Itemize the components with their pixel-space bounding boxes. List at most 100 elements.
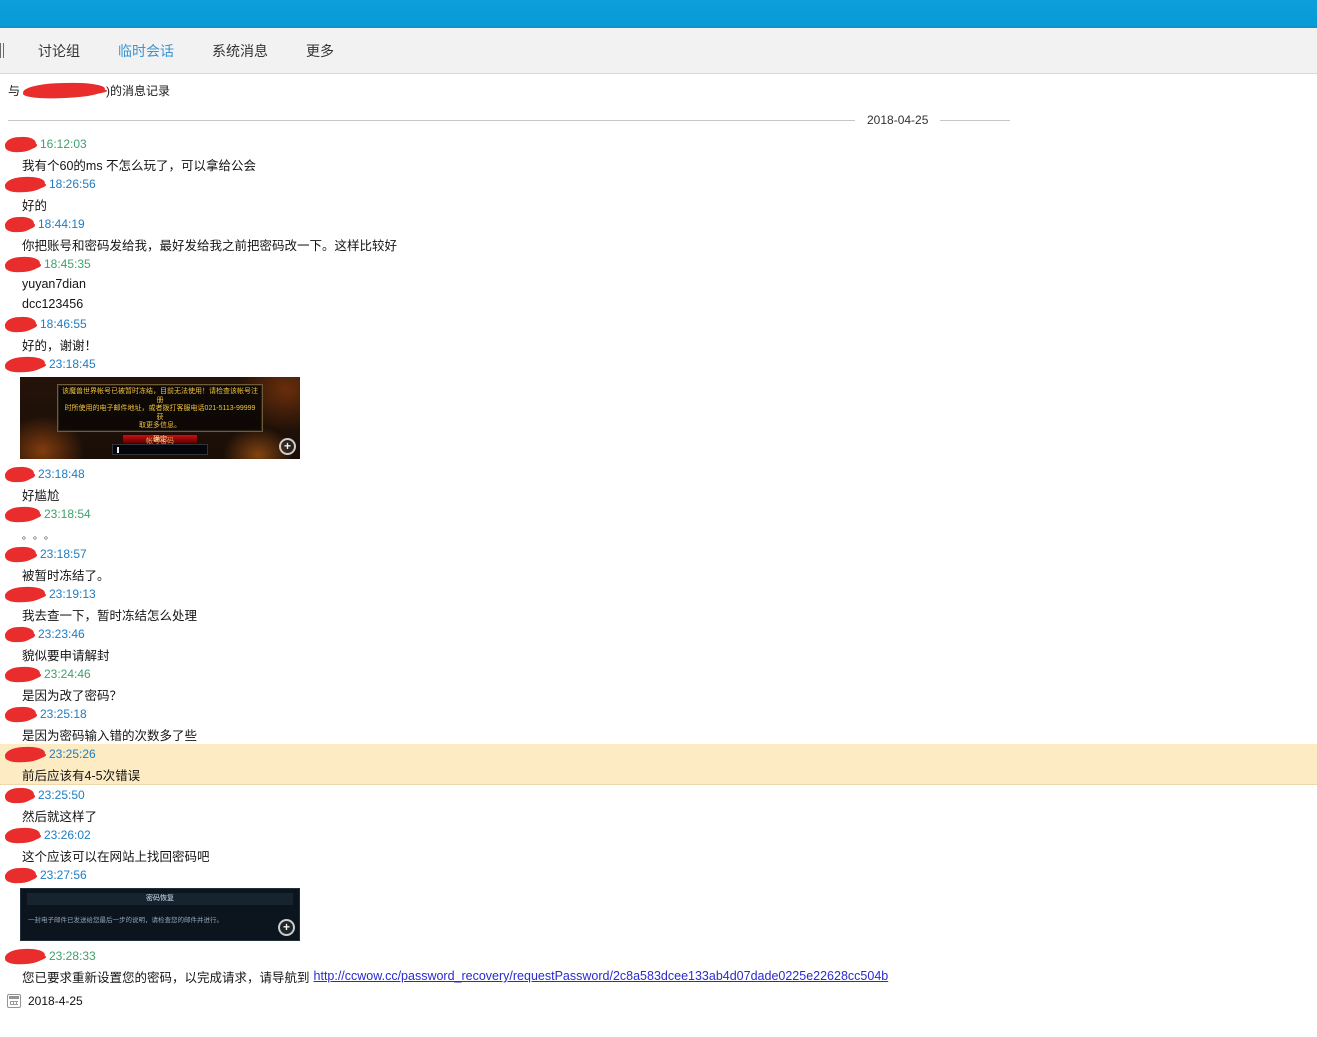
message-timestamp-row: 23:25:26 — [0, 744, 1317, 764]
redaction-scribble — [5, 355, 46, 372]
redaction-scribble — [5, 745, 46, 762]
message-text: 。。。 — [0, 524, 1317, 544]
message-timestamp-row: 23:25:50 — [0, 785, 1317, 805]
message-timestamp-row: 23:24:46 — [0, 664, 1317, 684]
message-text: 我去查一下，暂时冻结怎么处理 — [0, 604, 1317, 624]
message-timestamp: 18:26:56 — [49, 177, 96, 191]
footer-date-row: 2018-4-25 — [7, 994, 1317, 1008]
message-timestamp: 23:28:33 — [49, 949, 96, 963]
message-timestamp: 23:24:46 — [44, 667, 91, 681]
message-timestamp-row: 23:23:46 — [0, 624, 1317, 644]
message-timestamp-row: 23:27:56 — [0, 865, 1317, 885]
message-text: 你把账号和密码发给我，最好发给我之前把密码改一下。这样比较好 — [0, 234, 1317, 254]
redaction-scribble — [5, 947, 46, 964]
message-timestamp: 23:23:46 — [38, 627, 85, 641]
window-titlebar — [0, 0, 1317, 28]
redaction-scribble — [5, 585, 46, 602]
image-message-row: 密码恢复一封电子邮件已发送给您最后一步的说明，请检查您的邮件并进行。+ — [0, 885, 1317, 946]
wow-password-input — [112, 444, 208, 455]
tab-bar: 讨论组临时会话系统消息更多 — [0, 28, 1317, 74]
message-timestamp: 23:18:45 — [49, 357, 96, 371]
message-timestamp: 23:18:54 — [44, 507, 91, 521]
message-text: yuyan7dian — [0, 274, 1317, 294]
message-text: 是因为密码输入错的次数多了些 — [0, 724, 1317, 744]
message-timestamp: 18:44:19 — [38, 217, 85, 231]
redaction-scribble — [5, 506, 41, 523]
redaction-scribble — [5, 316, 37, 333]
footer-date-label: 2018-4-25 — [28, 994, 83, 1008]
tab-3[interactable]: 系统消息 — [199, 35, 281, 67]
redaction-scribble — [5, 787, 35, 803]
zoom-in-icon[interactable]: + — [279, 438, 296, 455]
message-timestamp-row: 18:45:35 — [0, 254, 1317, 274]
calendar-icon[interactable] — [7, 994, 21, 1008]
message-timestamp: 23:19:13 — [49, 587, 96, 601]
redaction-scribble — [5, 827, 41, 844]
message-link[interactable]: http://ccwow.cc/password_recovery/reques… — [314, 969, 889, 983]
image-message-row: 该魔兽世界帐号已被暂时冻结，目前无法使用！请检查该帐号注册时所使用的电子邮件地址… — [0, 374, 1317, 464]
zoom-in-icon[interactable]: + — [278, 919, 295, 936]
redaction-scribble — [23, 81, 105, 99]
message-timestamp-row: 18:26:56 — [0, 174, 1317, 194]
message-timestamp: 23:25:26 — [49, 747, 96, 761]
message-timestamp: 23:25:18 — [40, 707, 87, 721]
message-timestamp-row: 18:46:55 — [0, 314, 1317, 334]
message-timestamp-row: 23:26:02 — [0, 825, 1317, 845]
message-timestamp: 23:18:57 — [40, 547, 87, 561]
message-timestamp-row: 16:12:03 — [0, 134, 1317, 154]
message-text: 您已要求重新设置您的密码，以完成请求，请导航到 — [22, 967, 310, 986]
recovery-page-text: 一封电子邮件已发送给您最后一步的说明，请检查您的邮件并进行。 — [28, 914, 299, 924]
message-text: 前后应该有4-5次错误 — [0, 764, 1317, 784]
text-caret — [117, 447, 119, 453]
redaction-scribble — [5, 706, 37, 723]
redaction-scribble — [5, 466, 35, 482]
recovery-page-title: 密码恢复 — [27, 893, 293, 905]
message-text: 貌似要申请解封 — [0, 644, 1317, 664]
message-text: 这个应该可以在网站上找回密码吧 — [0, 845, 1317, 865]
tab-2[interactable]: 临时会话 — [105, 35, 187, 67]
message-text: dcc123456 — [0, 294, 1317, 314]
redaction-scribble — [5, 626, 35, 642]
message-timestamp: 16:12:03 — [40, 137, 87, 151]
message-text: 好尴尬 — [0, 484, 1317, 504]
message-timestamp-row: 23:18:45 — [0, 354, 1317, 374]
redaction-scribble — [5, 546, 37, 563]
message-timestamp: 23:25:50 — [38, 788, 85, 802]
message-timestamp-row: 23:18:54 — [0, 504, 1317, 524]
message-timestamp: 23:18:48 — [38, 467, 85, 481]
message-timestamp-row: 23:18:48 — [0, 464, 1317, 484]
message-timestamp-row: 23:18:57 — [0, 544, 1317, 564]
message-list: 16:12:03 我有个60的ms 不怎么玩了，可以拿给公会 18:26:56 好的 1… — [0, 134, 1317, 986]
chat-image-thumbnail-recovery[interactable]: 密码恢复一封电子邮件已发送给您最后一步的说明，请检查您的邮件并进行。+ — [20, 888, 300, 941]
highlighted-message-block: 23:25:26 前后应该有4-5次错误 — [0, 744, 1317, 785]
message-timestamp-row: 18:44:19 — [0, 214, 1317, 234]
wow-error-dialog: 该魔兽世界帐号已被暂时冻结，目前无法使用！请检查该帐号注册时所使用的电子邮件地址… — [57, 384, 263, 432]
message-text: 是因为改了密码？ — [0, 684, 1317, 704]
redaction-scribble — [5, 175, 46, 192]
divider-line-right — [940, 120, 1010, 121]
redaction-scribble — [5, 216, 35, 232]
message-text: 被暂时冻结了。 — [0, 564, 1317, 584]
wow-error-text: 该魔兽世界帐号已被暂时冻结，目前无法使用！请检查该帐号注册时所使用的电子邮件地址… — [58, 388, 262, 431]
message-timestamp: 18:46:55 — [40, 317, 87, 331]
redaction-scribble — [5, 136, 37, 153]
message-timestamp-row: 23:25:18 — [0, 704, 1317, 724]
message-timestamp: 23:26:02 — [44, 828, 91, 842]
message-timestamp: 18:45:35 — [44, 257, 91, 271]
tab-1[interactable]: 讨论组 — [25, 35, 93, 67]
message-timestamp-row: 23:28:33 — [0, 946, 1317, 966]
message-text: 好的 — [0, 194, 1317, 214]
redaction-scribble — [5, 666, 41, 683]
clipped-tab-fragment — [0, 43, 5, 58]
record-header-suffix: )的消息记录 — [106, 82, 170, 99]
record-header-prefix: 与 — [8, 82, 20, 99]
redaction-scribble — [5, 867, 37, 884]
tab-4[interactable]: 更多 — [293, 35, 347, 67]
chat-image-thumbnail-wow[interactable]: 该魔兽世界帐号已被暂时冻结，目前无法使用！请检查该帐号注册时所使用的电子邮件地址… — [20, 377, 300, 459]
divider-date-label: 2018-04-25 — [867, 113, 928, 127]
date-divider: 2018-04-25 — [0, 110, 1317, 130]
record-header: 与 )的消息记录 — [0, 74, 1317, 98]
message-text: 好的，谢谢！ — [0, 334, 1317, 354]
message-timestamp-row: 23:19:13 — [0, 584, 1317, 604]
message-text: 我有个60的ms 不怎么玩了，可以拿给公会 — [0, 154, 1317, 174]
